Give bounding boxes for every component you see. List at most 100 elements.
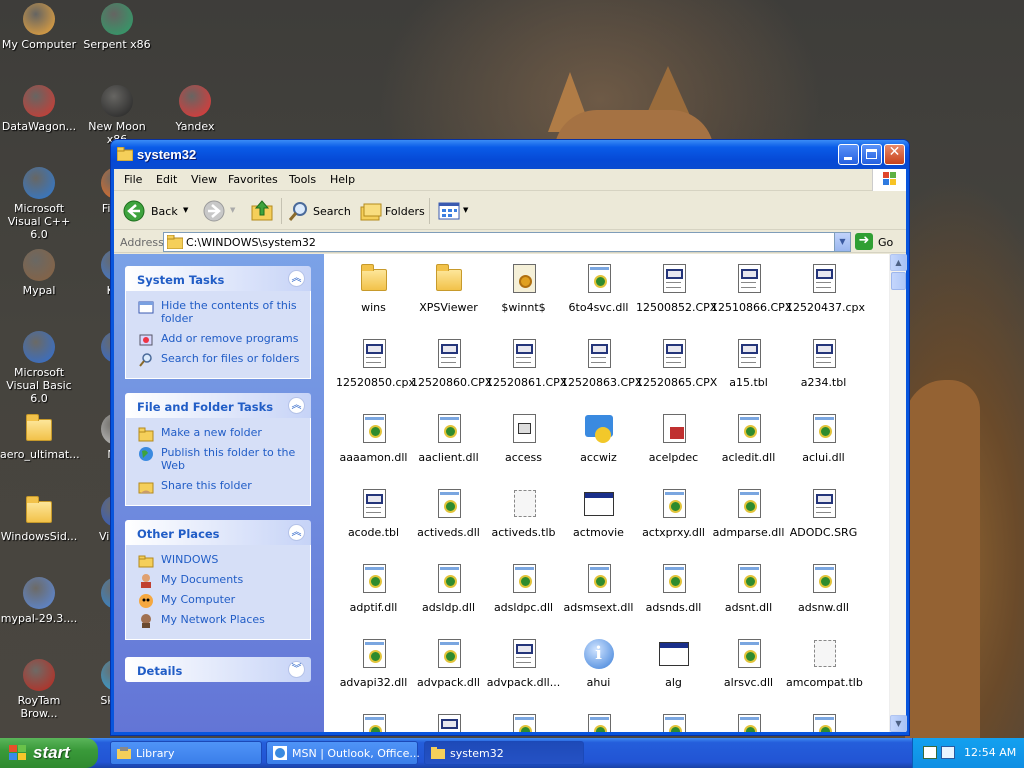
file-item[interactable]: 12520863.CPX: [561, 338, 642, 389]
file-item[interactable]: adsnt.dll: [711, 563, 786, 614]
file-item[interactable]: 12520860.CPX: [411, 338, 492, 389]
clock[interactable]: 12:54 AM: [964, 746, 1016, 759]
file-item[interactable]: amcompat.tlb: [786, 638, 863, 689]
address-input[interactable]: C:\WINDOWS\system32 ▼: [163, 232, 851, 252]
desktop-icon[interactable]: Microsoft Visual C++ 6.0: [0, 167, 78, 241]
task-msn-outlook[interactable]: MSN | Outlook, Office...: [266, 741, 420, 765]
file-item[interactable]: acledit.dll: [711, 413, 786, 464]
menu-tools[interactable]: Tools: [289, 173, 316, 186]
file-item[interactable]: alg: [636, 638, 711, 689]
file-item[interactable]: [561, 713, 636, 732]
file-item[interactable]: adptif.dll: [336, 563, 411, 614]
back-button[interactable]: Back ▼: [120, 198, 190, 224]
expand-chevron-icon[interactable]: ︾: [288, 661, 305, 678]
file-item[interactable]: a15.tbl: [711, 338, 786, 389]
desktop-icon[interactable]: Yandex: [156, 85, 234, 133]
folders-button[interactable]: Folders: [358, 198, 425, 224]
close-button[interactable]: ✕: [884, 144, 905, 165]
task-share-folder[interactable]: Share this folder: [138, 479, 304, 494]
file-item[interactable]: advpack.dll: [411, 638, 486, 689]
file-item[interactable]: adsmsext.dll: [561, 563, 636, 614]
forward-button[interactable]: ▼: [200, 198, 240, 224]
file-item[interactable]: a234.tbl: [786, 338, 861, 389]
desktop-icon[interactable]: Microsoft Visual Basic 6.0: [0, 331, 78, 405]
place-windows[interactable]: WINDOWS: [138, 553, 304, 568]
scroll-thumb[interactable]: [891, 272, 906, 290]
scroll-down-icon[interactable]: ▼: [890, 715, 907, 732]
collapse-chevron-icon[interactable]: ︽: [288, 524, 305, 541]
file-item[interactable]: [411, 713, 486, 732]
system-tasks-header[interactable]: System Tasks ︽: [125, 266, 311, 291]
up-folder-button[interactable]: [250, 198, 276, 224]
scroll-up-icon[interactable]: ▲: [890, 254, 907, 271]
file-item[interactable]: activeds.dll: [411, 488, 486, 539]
menu-favorites[interactable]: Favorites: [228, 173, 278, 186]
file-item[interactable]: XPSViewer: [411, 263, 486, 314]
desktop-icon[interactable]: Serpent x86: [78, 3, 156, 51]
file-item[interactable]: aaclient.dll: [411, 413, 486, 464]
file-item[interactable]: acelpdec: [636, 413, 711, 464]
tray-icon-volume[interactable]: [941, 746, 955, 759]
file-item[interactable]: 12520850.cpx: [336, 338, 415, 389]
file-item[interactable]: adsnw.dll: [786, 563, 861, 614]
desktop-icon[interactable]: mypal-29.3....: [0, 577, 78, 625]
minimize-button[interactable]: [838, 144, 859, 165]
desktop-icon[interactable]: New Moon x86: [78, 85, 156, 146]
file-item[interactable]: 12500852.CPX: [636, 263, 717, 314]
details-header[interactable]: Details ︾: [125, 657, 311, 682]
file-item[interactable]: [486, 713, 561, 732]
desktop-icon[interactable]: WindowsSid...: [0, 495, 78, 543]
title-bar[interactable]: system32 ✕: [111, 140, 909, 169]
file-item[interactable]: 12520865.CPX: [636, 338, 717, 389]
task-publish-web[interactable]: Publish this folder to the Web: [138, 446, 304, 472]
file-item[interactable]: 6to4svc.dll: [561, 263, 636, 314]
go-button[interactable]: Go: [878, 236, 893, 249]
file-item[interactable]: aaaamon.dll: [336, 413, 411, 464]
file-item[interactable]: activeds.tlb: [486, 488, 561, 539]
vertical-scrollbar[interactable]: ▲ ▼: [889, 254, 907, 732]
file-item[interactable]: ADODC.SRG: [786, 488, 861, 539]
address-dropdown-icon[interactable]: ▼: [834, 233, 850, 251]
desktop-icon[interactable]: Mypal: [0, 249, 78, 297]
task-search-files[interactable]: Search for files or folders: [138, 352, 304, 367]
file-item[interactable]: 12520437.cpx: [786, 263, 865, 314]
file-item[interactable]: actmovie: [561, 488, 636, 539]
desktop-icon[interactable]: aero_ultimat...: [0, 413, 80, 461]
file-item[interactable]: [636, 713, 711, 732]
go-arrow-icon[interactable]: ➜: [855, 233, 873, 250]
collapse-chevron-icon[interactable]: ︽: [288, 397, 305, 414]
file-item[interactable]: adsnds.dll: [636, 563, 711, 614]
menu-help[interactable]: Help: [330, 173, 355, 186]
file-item[interactable]: aclui.dll: [786, 413, 861, 464]
file-item[interactable]: actxprxy.dll: [636, 488, 711, 539]
task-make-new-folder[interactable]: Make a new folder: [138, 426, 304, 442]
file-item[interactable]: $winnt$: [486, 263, 561, 314]
menu-edit[interactable]: Edit: [156, 173, 177, 186]
desktop-icon[interactable]: DataWagon...: [0, 85, 78, 133]
file-item[interactable]: advapi32.dll: [336, 638, 411, 689]
file-item[interactable]: i ahui: [561, 638, 636, 689]
file-item[interactable]: [786, 713, 861, 732]
file-item[interactable]: admparse.dll: [711, 488, 786, 539]
task-library[interactable]: Library: [110, 741, 262, 765]
desktop-icon[interactable]: RoyTam Brow...: [0, 659, 78, 720]
search-button[interactable]: Search: [286, 198, 352, 224]
file-item[interactable]: 12520861.CPX: [486, 338, 567, 389]
file-item[interactable]: alrsvc.dll: [711, 638, 786, 689]
task-hide-contents[interactable]: Hide the contents of this folder: [138, 299, 304, 325]
views-button[interactable]: ▼: [436, 198, 472, 224]
place-my-documents[interactable]: My Documents: [138, 573, 304, 588]
file-item[interactable]: adsldpc.dll: [486, 563, 561, 614]
place-my-computer[interactable]: My Computer: [138, 593, 304, 608]
file-item[interactable]: access: [486, 413, 561, 464]
task-system32[interactable]: system32: [424, 741, 584, 765]
start-button[interactable]: start: [0, 738, 98, 768]
file-item[interactable]: advpack.dll...: [486, 638, 561, 689]
file-item[interactable]: wins: [336, 263, 411, 314]
file-item[interactable]: [711, 713, 786, 732]
file-item[interactable]: [336, 713, 411, 732]
desktop-icon[interactable]: My Computer: [0, 3, 78, 51]
collapse-chevron-icon[interactable]: ︽: [288, 270, 305, 287]
file-item[interactable]: accwiz: [561, 413, 636, 464]
tray-icon-network[interactable]: [923, 746, 937, 759]
